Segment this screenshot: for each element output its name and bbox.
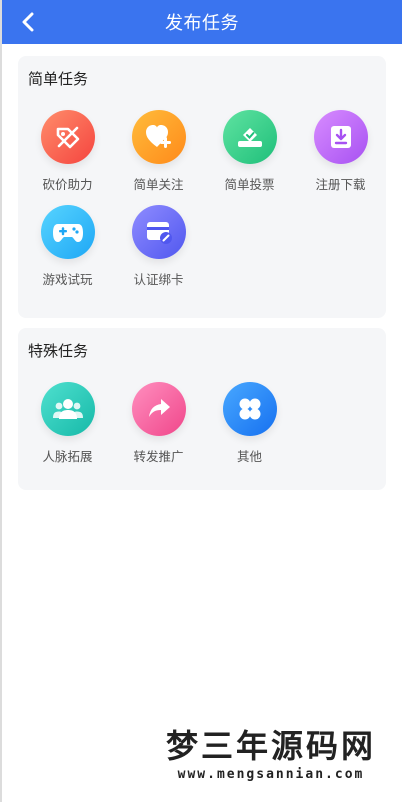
task-label: 人脉拓展 [42, 449, 93, 464]
chevron-left-icon [22, 12, 34, 32]
task-item-vote[interactable]: 简单投票 [204, 110, 295, 193]
task-label: 其他 [236, 449, 262, 464]
task-label: 简单关注 [133, 177, 184, 192]
download-box-icon [313, 110, 368, 164]
task-label: 砍价助力 [42, 177, 93, 192]
task-item-follow[interactable]: 简单关注 [113, 110, 204, 193]
ballot-check-icon [222, 110, 277, 164]
task-label: 转发推广 [133, 449, 184, 464]
task-label: 游戏试玩 [42, 272, 93, 287]
task-grid: 砍价助力 简单关注 简单投票 注册下载 游戏试玩 认证绑卡 [18, 110, 386, 288]
tag-off-icon [40, 110, 95, 164]
back-button[interactable] [10, 0, 46, 44]
task-item-register[interactable]: 注册下载 [295, 110, 386, 193]
task-item-share[interactable]: 转发推广 [113, 382, 204, 465]
section-title: 简单任务 [28, 70, 89, 88]
top-bar: 发布任务 [2, 0, 402, 44]
watermark-url: www.mengsannian.com [177, 767, 365, 782]
task-item-network[interactable]: 人脉拓展 [22, 382, 113, 465]
section-title: 特殊任务 [28, 342, 89, 360]
simple-tasks-card: 简单任务 砍价助力 简单关注 简单投票 注册下载 游戏试玩 认证绑卡 [18, 56, 386, 318]
share-icon [131, 382, 186, 436]
task-item-bargain[interactable]: 砍价助力 [22, 110, 113, 193]
people-icon [40, 382, 95, 436]
watermark-title: 梦三年源码网 [165, 727, 376, 765]
task-item-other[interactable]: 其他 [204, 382, 295, 465]
task-item-bind-card[interactable]: 认证绑卡 [113, 205, 204, 288]
task-item-game[interactable]: 游戏试玩 [22, 205, 113, 288]
card-link-icon [131, 205, 186, 259]
task-label: 注册下载 [315, 177, 366, 192]
heart-plus-icon [131, 110, 186, 164]
watermark: 梦三年源码网 www.mengsannian.com [138, 726, 402, 784]
clover-icon [222, 382, 277, 436]
special-tasks-card: 特殊任务 人脉拓展 转发推广 其他 [18, 328, 386, 490]
task-label: 简单投票 [224, 177, 275, 192]
page-title: 发布任务 [165, 13, 239, 34]
task-label: 认证绑卡 [133, 272, 184, 287]
task-grid: 人脉拓展 转发推广 其他 [18, 382, 386, 465]
gamepad-icon [40, 205, 95, 259]
